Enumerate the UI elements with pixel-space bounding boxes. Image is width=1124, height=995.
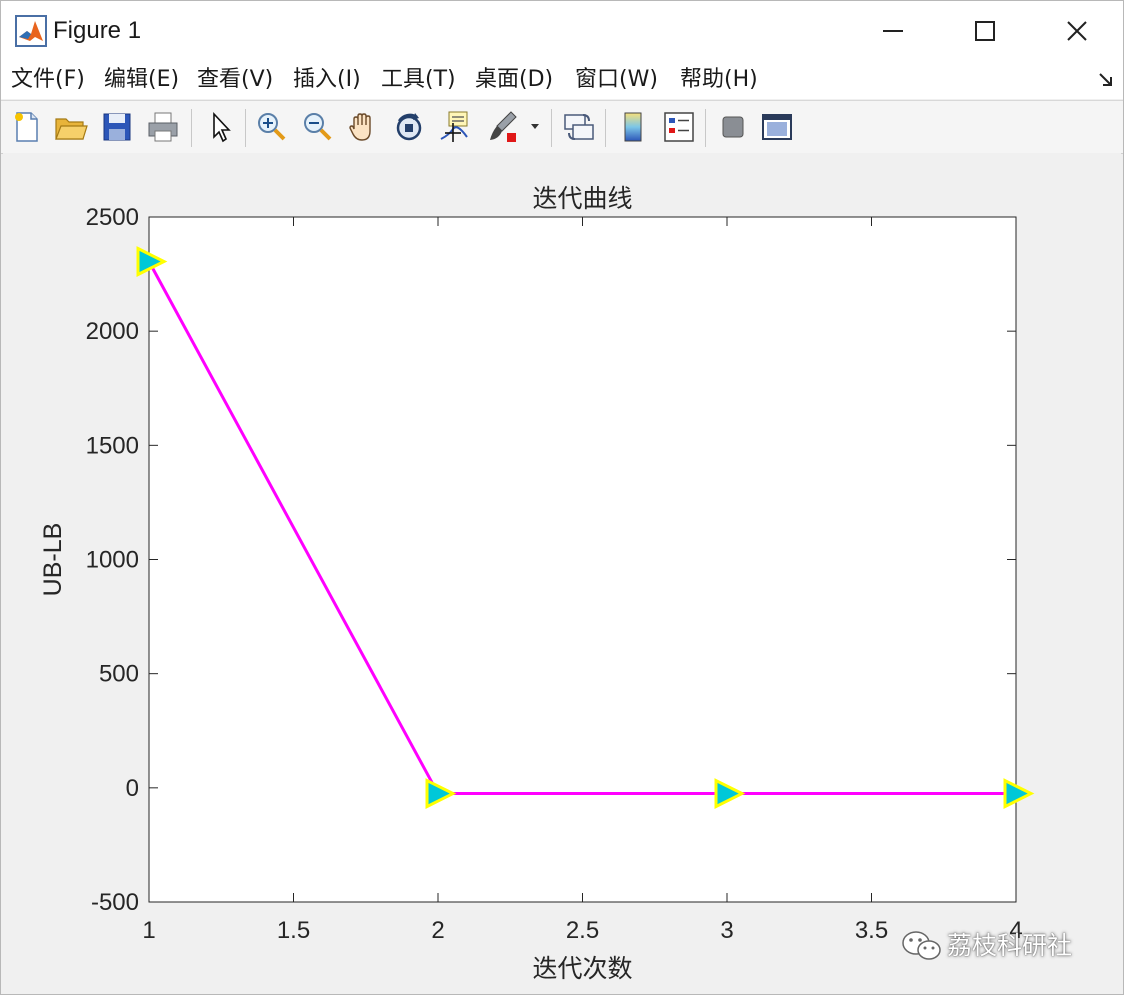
- close-button[interactable]: [1031, 1, 1123, 61]
- x-tick-label: 3.5: [855, 917, 888, 944]
- new-figure-icon[interactable]: [9, 109, 45, 145]
- menu-help[interactable]: 帮助(H): [680, 65, 758, 95]
- menu-bar: 文件(F) 编辑(E) 查看(V) 插入(I) 工具(T) 桌面(D) 窗口(W…: [1, 61, 1123, 99]
- y-tick-label: 1500: [86, 432, 139, 459]
- x-tick-label: 2.5: [566, 917, 599, 944]
- watermark: 荔枝科研社: [901, 929, 1072, 963]
- menu-window[interactable]: 窗口(W): [575, 65, 658, 95]
- save-icon[interactable]: [99, 109, 135, 145]
- pointer-icon[interactable]: [203, 109, 239, 145]
- toolbar-separator: [191, 109, 192, 147]
- zoom-out-icon[interactable]: [299, 109, 335, 145]
- maximize-icon: [975, 21, 995, 41]
- dock-arrow-icon[interactable]: [1097, 71, 1115, 89]
- minimize-icon: [883, 30, 903, 32]
- data-point-marker: [1003, 778, 1035, 809]
- hide-plot-tools-icon[interactable]: [715, 109, 751, 145]
- x-tick-label: 3: [720, 917, 733, 944]
- menu-insert[interactable]: 插入(I): [293, 65, 361, 95]
- figure-toolbar: [1, 100, 1123, 154]
- link-plot-icon[interactable]: [561, 109, 597, 145]
- maximize-button[interactable]: [939, 1, 1031, 61]
- pan-hand-icon[interactable]: [345, 109, 381, 145]
- print-icon[interactable]: [145, 109, 181, 145]
- toolbar-separator: [605, 109, 606, 147]
- menu-view[interactable]: 查看(V): [197, 65, 273, 95]
- menu-desktop[interactable]: 桌面(D): [475, 65, 553, 95]
- plot-area: [148, 216, 1017, 903]
- colorbar-icon[interactable]: [615, 109, 651, 145]
- y-tick-label: 500: [99, 661, 139, 688]
- zoom-in-icon[interactable]: [253, 109, 289, 145]
- y-tick-label: 2500: [86, 204, 139, 231]
- y-tick-label: 2000: [86, 318, 139, 345]
- menu-file[interactable]: 文件(F): [11, 65, 85, 95]
- wechat-logo-icon: [902, 931, 941, 960]
- rotate-3d-icon[interactable]: [391, 109, 427, 145]
- x-axis-label: 迭代次数: [532, 955, 632, 983]
- figure-canvas[interactable]: 1 1.5 2 2.5 3 3.5 4 -500 0 500 1000 1500 2000 2500 迭代曲…: [3, 153, 1121, 991]
- x-tick-label: 1: [142, 917, 155, 944]
- chart-title: 迭代曲线: [532, 185, 632, 213]
- brush-icon[interactable]: [485, 109, 521, 145]
- menu-edit[interactable]: 编辑(E): [104, 65, 179, 95]
- legend-icon[interactable]: [661, 109, 697, 145]
- toolbar-separator: [705, 109, 706, 147]
- minimize-button[interactable]: [847, 1, 939, 61]
- title-bar[interactable]: Figure 1: [1, 1, 1123, 61]
- watermark-text: 荔枝科研社: [947, 931, 1073, 960]
- close-icon: [1067, 21, 1087, 41]
- open-folder-icon[interactable]: [53, 109, 89, 145]
- toolbar-separator: [551, 109, 552, 147]
- data-cursor-icon[interactable]: [437, 109, 473, 145]
- y-axis-label: UB-LB: [39, 523, 67, 597]
- x-tick-label: 2: [431, 917, 444, 944]
- y-tick-label: 1000: [86, 547, 139, 574]
- toolbar-separator: [245, 109, 246, 147]
- y-tick-label: 0: [126, 775, 139, 802]
- y-tick-label: -500: [91, 889, 139, 916]
- matlab-logo-icon: [15, 15, 47, 47]
- brush-dropdown-arrow-icon[interactable]: [527, 109, 543, 145]
- figure-window: Figure 1 文件(F) 编辑(E) 查看(V) 插入(I) 工具(T) 桌…: [0, 0, 1124, 995]
- x-tick-label: 1.5: [277, 917, 310, 944]
- menu-tools[interactable]: 工具(T): [381, 65, 456, 95]
- chart-svg: 1 1.5 2 2.5 3 3.5 4-50005001000150020002500迭代曲…: [39, 185, 1035, 983]
- window-title: Figure 1: [53, 17, 142, 44]
- show-plot-tools-icon[interactable]: [759, 109, 795, 145]
